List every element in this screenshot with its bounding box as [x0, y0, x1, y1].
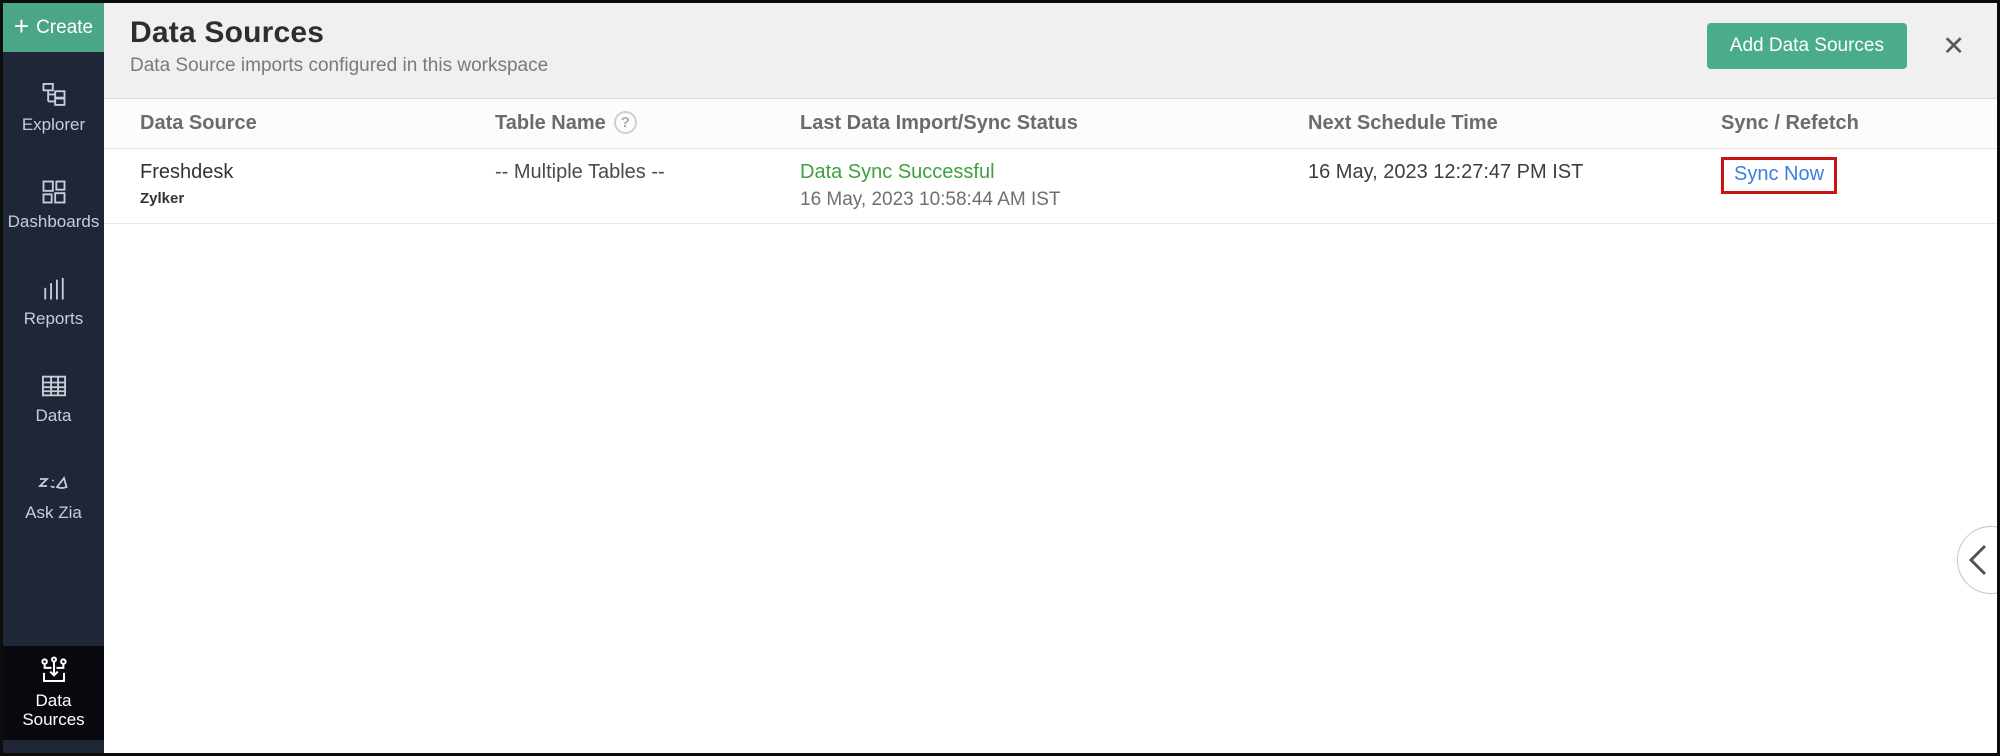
sidebar-item-dashboards[interactable]: Dashboards [3, 176, 104, 233]
help-icon[interactable]: ? [614, 111, 637, 134]
sidebar-item-label: Data Sources [7, 691, 100, 730]
sync-now-annotation-box: Sync Now [1721, 157, 1837, 194]
add-data-sources-button[interactable]: Add Data Sources [1707, 23, 1907, 69]
column-header-last-sync-status: Last Data Import/Sync Status [800, 99, 1308, 135]
data-table-icon [40, 371, 68, 401]
sidebar-item-data[interactable]: Data [3, 370, 104, 427]
sidebar-item-label: Dashboards [8, 212, 100, 232]
app-window: + Create Explorer [0, 0, 2000, 756]
table-name-cell: -- Multiple Tables -- [495, 149, 800, 184]
sidebar-item-label: Data [36, 406, 72, 426]
table-row: Freshdesk Zylker -- Multiple Tables -- D… [104, 149, 1997, 224]
workspace-name: Zylker [140, 190, 495, 207]
column-header-table-name: Table Name ? [495, 99, 800, 135]
table-header-row: Data Source Table Name ? Last Data Impor… [104, 99, 1997, 149]
column-header-data-source: Data Source [104, 99, 495, 135]
sidebar-nav: Explorer Dashboards [3, 52, 104, 753]
hierarchy-icon [40, 80, 68, 110]
data-source-cell: Freshdesk Zylker [104, 149, 495, 207]
data-sources-table: Data Source Table Name ? Last Data Impor… [104, 99, 1997, 224]
panel-header: Data Sources Data Source imports configu… [104, 3, 1997, 99]
next-schedule-cell: 16 May, 2023 12:27:47 PM IST [1308, 149, 1721, 184]
collapse-panel-toggle[interactable] [1957, 526, 2000, 594]
sync-refetch-cell: Sync Now [1721, 149, 1997, 194]
sync-status-text: Data Sync Successful [800, 161, 1308, 184]
data-import-icon [39, 656, 69, 686]
sidebar: + Create Explorer [3, 3, 104, 753]
bar-chart-icon [40, 274, 68, 304]
column-header-next-schedule-time: Next Schedule Time [1308, 99, 1721, 135]
data-source-name: Freshdesk [140, 161, 495, 184]
plus-icon: + [14, 13, 29, 39]
sidebar-item-reports[interactable]: Reports [3, 273, 104, 330]
sync-timestamp: 16 May, 2023 10:58:44 AM IST [800, 189, 1308, 211]
sidebar-item-label: Explorer [22, 115, 85, 135]
dashboard-grid-icon [40, 177, 68, 207]
data-sources-panel: Data Sources Data Source imports configu… [104, 3, 1997, 753]
last-sync-status-cell: Data Sync Successful 16 May, 2023 10:58:… [800, 149, 1308, 211]
create-button-label: Create [36, 17, 93, 39]
sidebar-item-data-sources[interactable]: Data Sources [3, 646, 104, 740]
sidebar-item-label: Ask Zia [25, 503, 82, 523]
sidebar-item-explorer[interactable]: Explorer [3, 79, 104, 136]
create-button[interactable]: + Create [3, 3, 104, 52]
sidebar-item-label: Reports [24, 309, 84, 329]
close-icon[interactable]: ✕ [1942, 33, 1965, 60]
sidebar-item-ask-zia[interactable]: Ask Zia [3, 467, 104, 524]
column-header-sync-refetch: Sync / Refetch [1721, 99, 1997, 135]
zia-icon [37, 468, 71, 498]
chevron-left-icon [1965, 543, 1991, 577]
sync-now-link[interactable]: Sync Now [1734, 163, 1824, 185]
